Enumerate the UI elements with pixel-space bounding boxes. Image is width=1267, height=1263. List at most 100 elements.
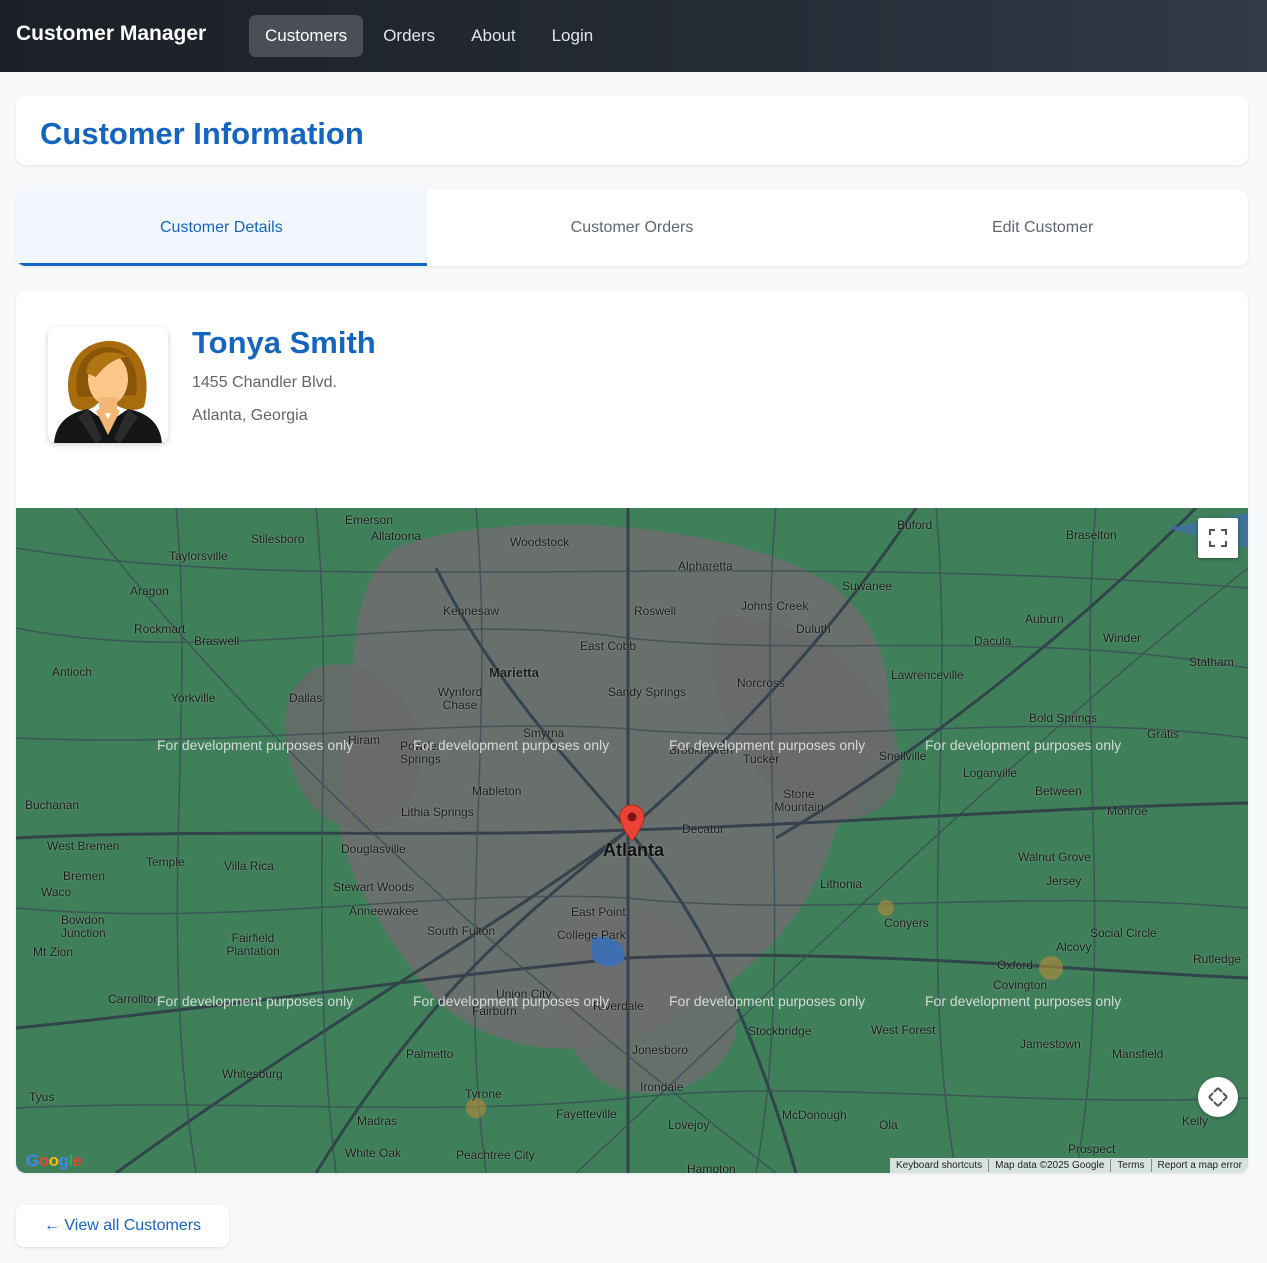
google-logo[interactable]: Google: [26, 1151, 82, 1171]
view-all-customers-button[interactable]: ← View all Customers: [16, 1205, 229, 1247]
map-label: Prospect: [1068, 1142, 1116, 1156]
report-map-error-link[interactable]: Report a map error: [1150, 1159, 1248, 1172]
map-label: Lovejoy: [668, 1118, 710, 1132]
map-watermark: For development purposes only: [925, 993, 1122, 1009]
map-label: Conyers: [884, 916, 929, 930]
customer-address: 1455 Chandler Blvd.: [192, 374, 337, 391]
map-label: Temple: [146, 855, 185, 869]
map-label: Carrollton: [108, 992, 161, 1006]
female-avatar-icon: [48, 327, 168, 443]
map-label: Alcovy: [1056, 940, 1092, 954]
map-watermark: For development purposes only: [413, 993, 610, 1009]
map-label: Waco: [41, 885, 72, 899]
map-label: Whitesburg: [222, 1067, 283, 1081]
page-title: Customer Information: [40, 116, 364, 151]
map-label: Auburn: [1025, 612, 1064, 626]
map-watermark: For development purposes only: [925, 737, 1122, 753]
map-pin-icon[interactable]: [619, 804, 645, 847]
map-data-text: Map data ©2025 Google: [988, 1159, 1110, 1172]
map-label: Ola: [879, 1118, 898, 1132]
map-label: Dallas: [289, 691, 323, 705]
map-label: Social Circle: [1090, 926, 1157, 940]
map-label: Stewart Woods: [333, 880, 415, 894]
fullscreen-icon[interactable]: [1198, 518, 1238, 558]
map-label: Buford: [897, 518, 933, 532]
map-watermark: For development purposes only: [413, 737, 610, 753]
map-label: Braselton: [1066, 528, 1117, 542]
terms-link[interactable]: Terms: [1110, 1159, 1150, 1172]
map-label: Decatur: [682, 822, 725, 836]
map-label: West Forest: [871, 1023, 936, 1037]
map-label: Taylorsville: [169, 549, 228, 563]
map-label: Winder: [1103, 631, 1142, 645]
map-watermark: For development purposes only: [157, 737, 354, 753]
map-label: Loganville: [963, 766, 1018, 780]
map-label: Roswell: [634, 604, 677, 618]
map-label: Tyrone: [465, 1087, 502, 1101]
map-label: Kennesaw: [443, 604, 500, 618]
map-watermark: For development purposes only: [669, 993, 866, 1009]
map-label: Douglasville: [341, 842, 406, 856]
map-watermark: For development purposes only: [669, 737, 866, 753]
tab-customer-orders[interactable]: Customer Orders: [427, 189, 838, 266]
nav-item-login[interactable]: Login: [536, 15, 610, 57]
map-label: Mableton: [472, 784, 522, 798]
map-label: Tucker: [743, 752, 780, 766]
map-label: Bold Springs: [1029, 711, 1098, 725]
map-label: Stilesboro: [251, 532, 305, 546]
tab-edit-customer[interactable]: Edit Customer: [837, 189, 1248, 266]
map-label: Madras: [357, 1114, 398, 1128]
map-label: Peachtree City: [456, 1148, 535, 1162]
customer-map[interactable]: Emerson Stilesboro Allatoona Woodstock A…: [16, 508, 1248, 1173]
map-label: Wynford Chase: [437, 685, 483, 712]
map-label: Covington: [993, 978, 1048, 992]
map-label: White Oak: [345, 1146, 402, 1160]
map-label: Norcross: [737, 676, 786, 690]
map-label: Anneewakee: [349, 904, 419, 918]
nav-item-customers[interactable]: Customers: [249, 15, 364, 57]
map-label: Duluth: [796, 622, 831, 636]
map-label: Alpharetta: [678, 559, 733, 573]
map-label: Rockmart: [134, 622, 186, 636]
map-label: Oxford: [997, 958, 1034, 972]
map-label: Snellville: [879, 749, 927, 763]
map-label: Antioch: [52, 665, 93, 679]
map-label: Kelly: [1182, 1114, 1209, 1128]
title-card: Customer Information: [16, 96, 1248, 165]
map-label: East Point: [571, 905, 626, 919]
map-label: Villa Rica: [224, 859, 274, 873]
customer-details-card: Tonya Smith 1455 Chandler Blvd. Atlanta,…: [16, 291, 1248, 1173]
map-label: Yorkville: [171, 691, 216, 705]
map-label: Mt Zion: [33, 945, 74, 959]
map-label: Lawrenceville: [891, 668, 964, 682]
tabs-bar: Customer Details Customer Orders Edit Cu…: [16, 189, 1248, 266]
nav-menu: Customers Orders About Login: [249, 15, 613, 57]
map-label: Lithonia: [820, 877, 863, 891]
map-label: Woodstock: [510, 535, 570, 549]
map-label: Emerson: [345, 513, 394, 527]
pan-control-icon[interactable]: [1198, 1077, 1238, 1117]
map-label: Gratis: [1147, 727, 1180, 741]
map-label: Stone Mountain: [774, 787, 824, 814]
tab-customer-details[interactable]: Customer Details: [16, 189, 427, 266]
map-label: Stockbridge: [748, 1024, 812, 1038]
navbar: Customer Manager Customers Orders About …: [0, 0, 1267, 72]
map-label: Statham: [1189, 655, 1234, 669]
map-label: Johns Creek: [741, 599, 809, 613]
nav-item-about[interactable]: About: [455, 15, 531, 57]
map-label: Buchanan: [25, 798, 80, 812]
map-attribution: Keyboard shortcuts Map data ©2025 Google…: [889, 1158, 1248, 1173]
map-label: McDonough: [782, 1108, 847, 1122]
map-label: Marietta: [489, 665, 539, 680]
nav-item-orders[interactable]: Orders: [367, 15, 451, 57]
map-label: College Park: [557, 928, 626, 942]
map-label: Tyus: [29, 1090, 55, 1104]
map-label: Lithia Springs: [401, 805, 474, 819]
map-label: East Cobb: [580, 639, 637, 653]
map-label: Sandy Springs: [608, 685, 687, 699]
keyboard-shortcuts-link[interactable]: Keyboard shortcuts: [890, 1159, 988, 1172]
map-label: Fayetteville: [556, 1107, 617, 1121]
map-label: Between: [1035, 784, 1082, 798]
map-label: Mansfield: [1112, 1047, 1164, 1061]
brand-title[interactable]: Customer Manager: [16, 22, 206, 46]
